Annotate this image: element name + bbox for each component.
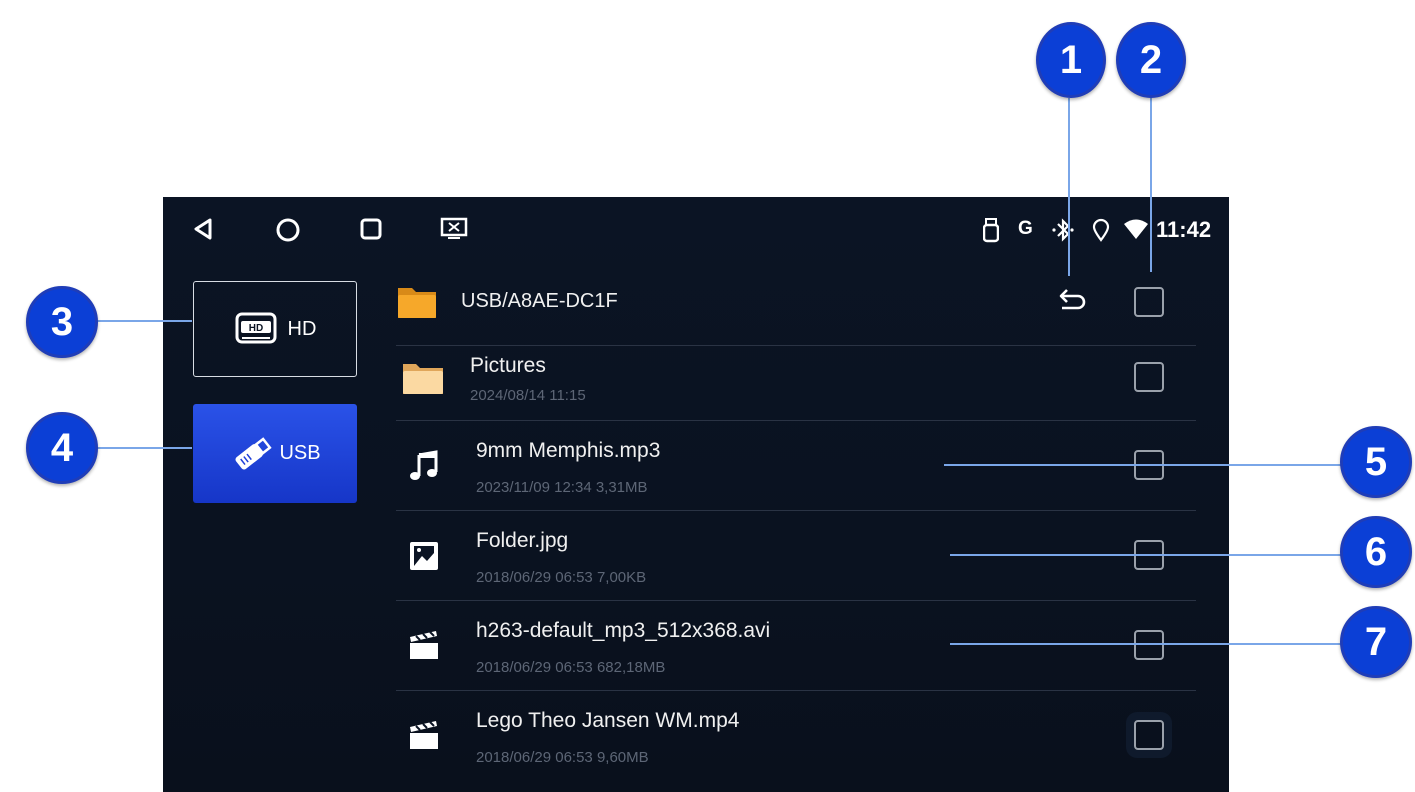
image-file-icon bbox=[410, 542, 438, 570]
path-header: USB/A8AE-DC1F bbox=[396, 262, 1196, 346]
callout-line-2 bbox=[1150, 98, 1152, 272]
wifi-icon bbox=[1124, 219, 1148, 239]
callout-badge-4: 4 bbox=[26, 412, 98, 484]
video-clapper-icon bbox=[410, 721, 438, 749]
item-checkbox[interactable] bbox=[1134, 362, 1164, 392]
return-icon[interactable] bbox=[1058, 286, 1088, 316]
usb-stick-icon bbox=[235, 436, 273, 470]
source-usb-button[interactable]: USB bbox=[193, 404, 357, 503]
list-item[interactable]: Pictures 2024/08/14 11:15 bbox=[396, 346, 1196, 421]
callout-line-7 bbox=[950, 643, 1349, 645]
callout-badge-1: 1 bbox=[1036, 22, 1106, 98]
source-usb-label: USB bbox=[279, 442, 321, 464]
music-note-icon bbox=[410, 450, 438, 480]
screen-icon[interactable] bbox=[440, 217, 468, 241]
list-item[interactable]: Folder.jpg 2018/06/29 06:53 7,00KB bbox=[396, 511, 1196, 601]
file-name: Folder.jpg bbox=[476, 529, 569, 552]
select-all-checkbox[interactable] bbox=[1134, 287, 1164, 317]
bluetooth-icon bbox=[1052, 218, 1074, 242]
file-meta: 2018/06/29 06:53 7,00KB bbox=[476, 569, 647, 586]
current-path: USB/A8AE-DC1F bbox=[461, 290, 618, 312]
item-checkbox[interactable] bbox=[1134, 720, 1164, 750]
source-hd-label: HD bbox=[287, 317, 317, 340]
callout-line-4 bbox=[92, 447, 192, 449]
file-name: Pictures bbox=[470, 354, 546, 377]
folder-icon bbox=[403, 364, 443, 394]
clock: 11:42 bbox=[1156, 217, 1212, 242]
file-meta: 2018/06/29 06:53 682,18MB bbox=[476, 659, 666, 676]
recents-icon[interactable] bbox=[359, 217, 383, 241]
video-clapper-icon bbox=[410, 631, 438, 659]
hd-drive-icon: HD bbox=[235, 312, 277, 344]
callout-line-5 bbox=[944, 464, 1349, 466]
device-screen: G 11:42 HD HD USB USB/A8AE-DC1F Pictures… bbox=[163, 197, 1229, 792]
item-checkbox[interactable] bbox=[1134, 630, 1164, 660]
file-name: 9mm Memphis.mp3 bbox=[476, 439, 661, 462]
callout-badge-6: 6 bbox=[1340, 516, 1412, 588]
list-item[interactable]: 9mm Memphis.mp3 2023/11/09 12:34 3,31MB bbox=[396, 421, 1196, 511]
svg-text:HD: HD bbox=[248, 323, 262, 334]
folder-icon bbox=[398, 288, 436, 318]
file-meta: 2018/06/29 06:53 9,60MB bbox=[476, 749, 649, 766]
callout-line-1 bbox=[1068, 98, 1070, 276]
file-name: h263-default_mp3_512x368.avi bbox=[476, 619, 771, 642]
callout-badge-3: 3 bbox=[26, 286, 98, 358]
g-icon: G bbox=[1018, 218, 1033, 239]
callout-badge-2: 2 bbox=[1116, 22, 1186, 98]
list-item[interactable]: Lego Theo Jansen WM.mp4 2018/06/29 06:53… bbox=[396, 691, 1196, 781]
file-meta: 2023/11/09 12:34 3,31MB bbox=[476, 479, 648, 496]
location-icon bbox=[1092, 218, 1110, 242]
file-meta: 2024/08/14 11:15 bbox=[470, 387, 586, 404]
list-item[interactable]: h263-default_mp3_512x368.avi 2018/06/29 … bbox=[396, 601, 1196, 691]
home-icon[interactable] bbox=[275, 217, 301, 243]
callout-badge-5: 5 bbox=[1340, 426, 1412, 498]
callout-badge-7: 7 bbox=[1340, 606, 1412, 678]
callout-line-6 bbox=[950, 554, 1349, 556]
back-icon[interactable] bbox=[191, 217, 215, 241]
file-name: Lego Theo Jansen WM.mp4 bbox=[476, 709, 740, 732]
source-hd-button[interactable]: HD HD bbox=[193, 281, 357, 377]
callout-line-3 bbox=[92, 320, 192, 322]
usb-icon bbox=[983, 218, 999, 243]
